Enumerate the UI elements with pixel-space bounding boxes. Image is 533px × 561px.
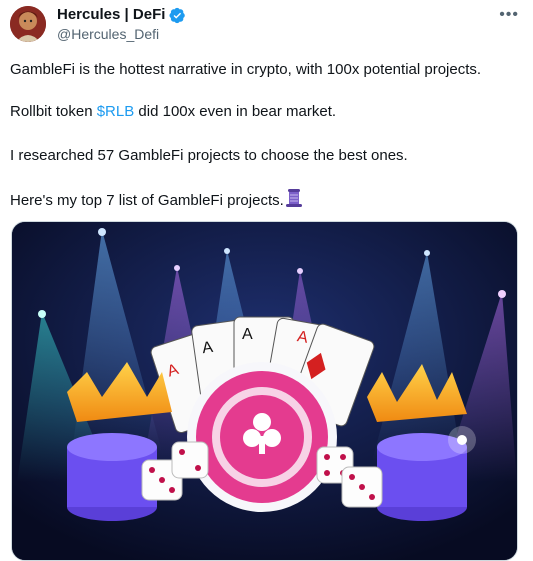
tweet-text-line-4: Here's my top 7 list of GambleFi project… [10, 188, 519, 211]
author-handle[interactable]: @Hercules_Defi [57, 26, 159, 43]
tweet-media-image[interactable]: A A A A [11, 221, 518, 561]
avatar-image [10, 6, 46, 42]
svg-text:A: A [242, 326, 253, 343]
tweet-text-line-4-body: Here's my top 7 list of GambleFi project… [10, 192, 284, 209]
author-name[interactable]: Hercules | DeFi [57, 6, 165, 24]
tweet-text-line-3: I researched 57 GambleFi projects to cho… [10, 147, 408, 164]
author-avatar[interactable] [10, 6, 46, 42]
tweet-text-line-1: GambleFi is the hottest narrative in cry… [10, 61, 482, 78]
cashtag-link[interactable]: $RLB [97, 103, 135, 120]
more-options-icon[interactable]: ••• [499, 6, 519, 24]
tweet-text-line-2: Rollbit token $RLB did 100x even in bear… [10, 102, 519, 122]
casino-illustration: A A A A [12, 222, 517, 560]
scroll-emoji-icon [285, 189, 302, 207]
tweet-text-line-2-suffix: did 100x even in bear market. [134, 103, 337, 120]
verified-badge-icon [169, 7, 186, 23]
author-name-row[interactable]: Hercules | DeFi [57, 6, 186, 24]
tweet-text-line-2-prefix: Rollbit token [10, 103, 97, 120]
